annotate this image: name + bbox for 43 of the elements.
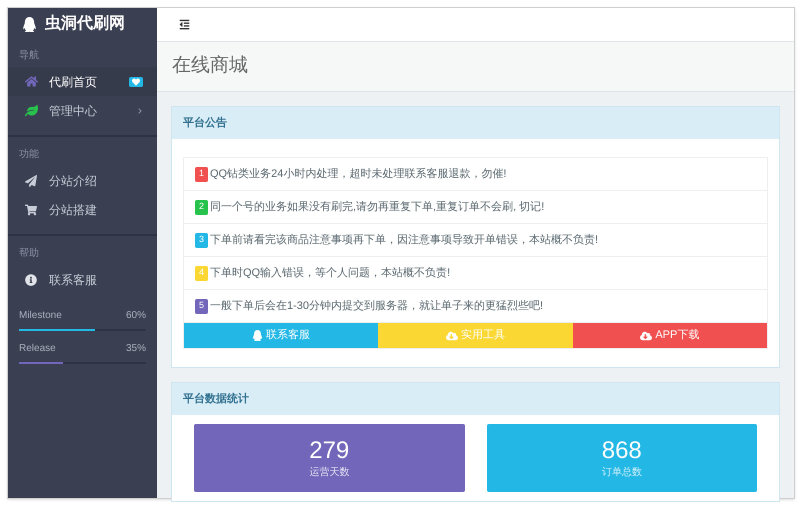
section-heading: 帮助 [18, 246, 40, 261]
page-title: 在线商城 [172, 54, 248, 78]
cart-icon [25, 204, 37, 216]
heart-icon [132, 78, 140, 86]
penguin-icon [252, 330, 264, 341]
section-heading: 功能 [18, 148, 40, 162]
stat-label: 运营天数 [309, 466, 350, 480]
paper-plane-icon [25, 174, 37, 186]
notice-text: QQ钻类业务24小时内处理，超时未处理联系客服退款，勿催! [210, 166, 506, 182]
nav-item[interactable]: 管理中心 [8, 96, 157, 125]
progress-reading: 35% [126, 342, 146, 356]
stat-value: 868 [602, 436, 642, 464]
panel-title: 平台数据统计 [183, 392, 249, 407]
progress-reading: 60% [126, 309, 146, 323]
stat-value: 279 [309, 436, 350, 464]
stat-label: 订单总数 [602, 466, 642, 480]
section-heading: 导航 [18, 48, 40, 63]
cloud-download-icon [640, 330, 652, 342]
panel-title: 平台公告 [183, 116, 227, 131]
chevron-right-icon [137, 108, 143, 114]
number-badge: 2 [195, 200, 208, 214]
penguin-icon [22, 16, 37, 32]
menu-icon[interactable] [179, 19, 190, 30]
notice-text: 下单时QQ输入错误，等个人问题，本站概不负责! [210, 266, 450, 281]
notice-text: 一般下单后会在1-30分钟内提交到服务器，就让单子来的更猛烈些吧! [210, 298, 544, 314]
nav-item[interactable]: 联系客服 [8, 265, 157, 294]
number-badge: 3 [195, 232, 208, 248]
progress-label: Release [19, 342, 56, 356]
action-button[interactable]: APP下载 [572, 323, 767, 348]
cloud-download-icon [446, 330, 458, 342]
info-icon [25, 274, 37, 286]
brand-name: 虫洞代刷网 [45, 14, 125, 34]
notice-text: 下单前请看完该商品注意事项再下单，因注意事项导致开单错误，本站概不负责! [210, 232, 598, 248]
leaf-icon [25, 104, 38, 117]
number-badge: 1 [195, 166, 208, 182]
nav-item[interactable]: 代刷首页 [8, 67, 157, 96]
progress-label: Milestone [19, 309, 62, 323]
number-badge: 5 [195, 298, 208, 314]
notice-text: 同一个号的业务如果没有刷完,请勿再重复下单,重复订单不会刷, 切记! [210, 200, 544, 215]
number-badge: 4 [195, 266, 208, 280]
nav-item[interactable]: 分站介绍 [8, 166, 157, 195]
home-icon [25, 75, 38, 88]
nav-item[interactable]: 分站搭建 [8, 195, 157, 224]
